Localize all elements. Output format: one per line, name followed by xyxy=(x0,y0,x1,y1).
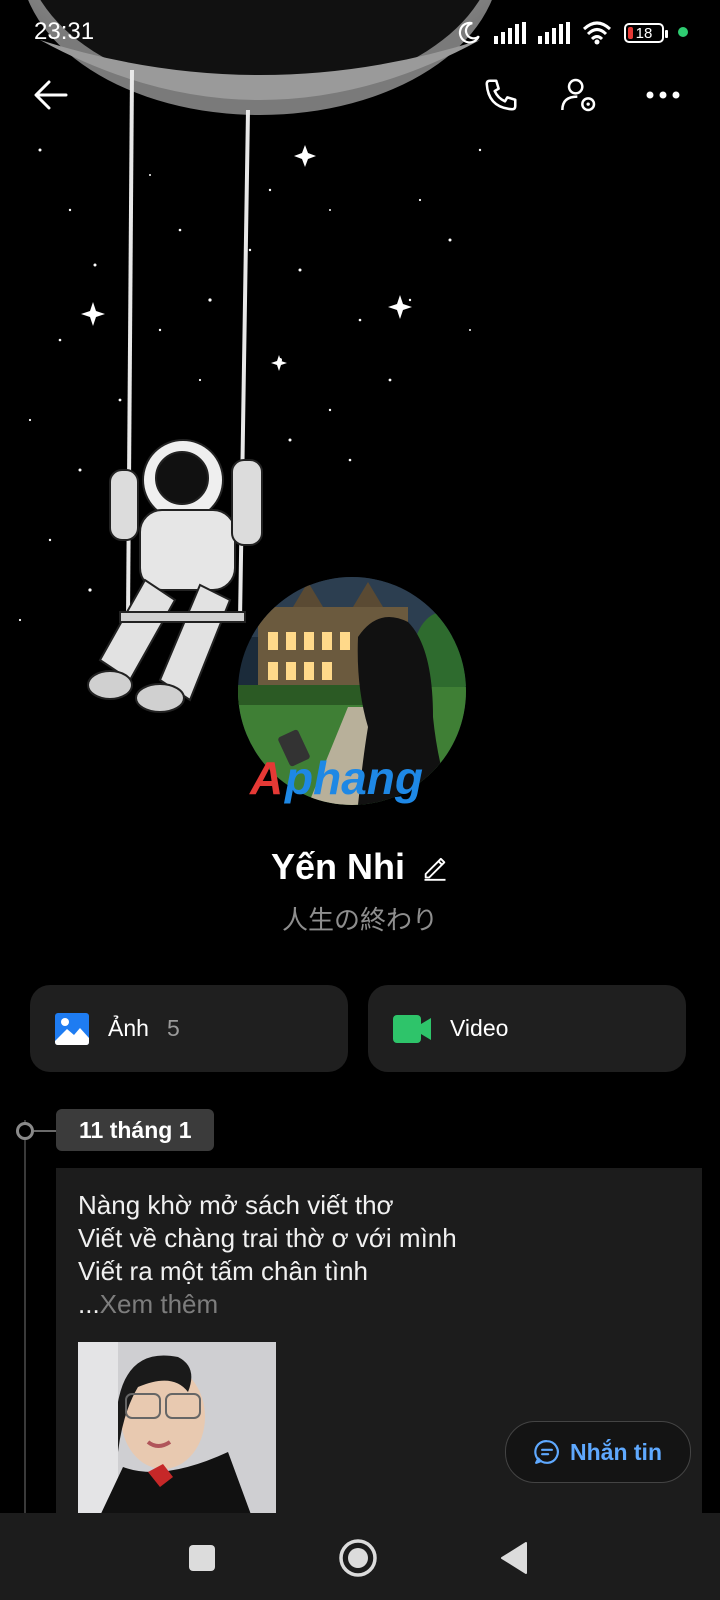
video-camera-icon xyxy=(393,1014,431,1043)
post-ellipsis: ... xyxy=(78,1289,100,1319)
post-text-line-3: Viết ra một tấm chân tình xyxy=(78,1256,368,1286)
home-circle-icon xyxy=(339,1539,377,1577)
phone-icon xyxy=(485,79,517,111)
svg-text:phang: phang xyxy=(283,752,423,804)
more-icon xyxy=(646,91,680,99)
battery-level: 18 xyxy=(635,24,653,42)
profile-name-row: Yến Nhi xyxy=(0,846,720,888)
profile-name: Yến Nhi xyxy=(270,846,405,887)
signal-icon xyxy=(494,22,526,44)
battery-fill xyxy=(628,27,633,39)
battery-indicator: 18 xyxy=(624,23,668,43)
recents-button[interactable] xyxy=(177,1533,227,1583)
more-options-button[interactable] xyxy=(638,70,688,120)
send-message-button[interactable]: Nhắn tin xyxy=(505,1421,691,1483)
user-settings-icon xyxy=(561,78,596,112)
image-icon xyxy=(55,1012,89,1045)
timeline-line xyxy=(24,1120,26,1520)
back-button[interactable] xyxy=(26,70,76,120)
edit-name-button[interactable] xyxy=(421,853,449,881)
timeline-connector xyxy=(34,1130,56,1132)
photos-label: Ảnh xyxy=(108,1015,149,1041)
call-button[interactable] xyxy=(476,70,526,120)
pencil-icon xyxy=(424,857,446,881)
video-card[interactable]: Video xyxy=(368,985,686,1072)
chat-bubble-icon xyxy=(534,1440,559,1464)
signal-icon-2 xyxy=(538,22,570,44)
square-icon xyxy=(189,1545,215,1571)
arrow-left-icon xyxy=(34,80,68,110)
back-nav-button[interactable] xyxy=(489,1533,539,1583)
timeline-node xyxy=(16,1122,34,1140)
post-photo-image xyxy=(78,1342,276,1520)
see-more-link[interactable]: Xem thêm xyxy=(100,1289,219,1319)
home-button[interactable] xyxy=(333,1533,383,1583)
wifi-icon xyxy=(582,21,612,45)
profile-settings-button[interactable] xyxy=(554,70,604,120)
status-icons: 18 xyxy=(456,18,668,48)
photos-card[interactable]: Ảnh 5 xyxy=(30,985,348,1072)
online-dot xyxy=(678,27,688,37)
status-time: 23:31 xyxy=(34,18,95,45)
watermark-logo: A phang xyxy=(240,750,465,810)
timeline-date: 11 tháng 1 xyxy=(56,1109,215,1151)
svg-text:A: A xyxy=(249,752,283,804)
back-triangle-icon xyxy=(501,1542,527,1574)
video-label: Video xyxy=(450,1015,509,1041)
post-text-line-2: Viết về chàng trai thờ ơ với mình xyxy=(78,1223,457,1253)
post-text-line-1: Nàng khờ mở sách viết thơ xyxy=(78,1190,394,1220)
post-see-more-row: ...Xem thêm xyxy=(78,1289,218,1320)
profile-status: 人生の終わり xyxy=(281,905,438,935)
send-message-label: Nhắn tin xyxy=(570,1438,662,1465)
post-photo[interactable] xyxy=(78,1342,276,1520)
photos-count: 5 xyxy=(166,1015,180,1041)
system-navbar xyxy=(0,1513,720,1600)
moon-icon xyxy=(458,21,480,44)
